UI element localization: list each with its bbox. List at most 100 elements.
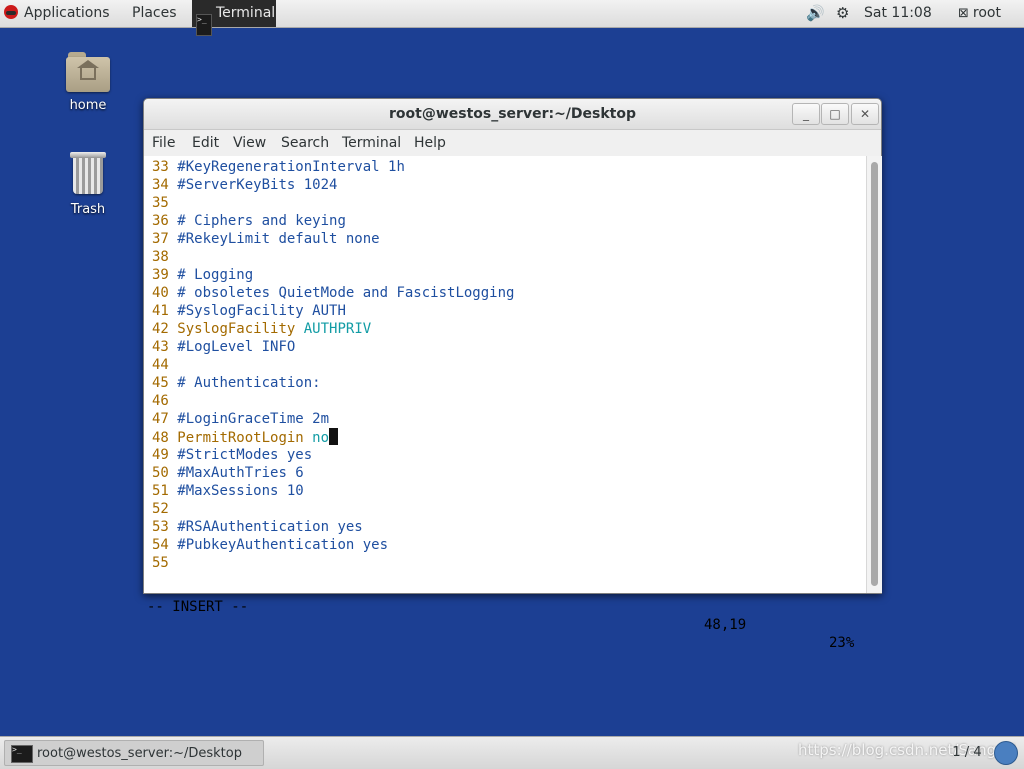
menu-terminal[interactable]: Terminal [342, 135, 401, 151]
clock[interactable]: Sat 11:08 [864, 0, 932, 27]
editor-line: 44 [152, 356, 177, 374]
line-text: #PubkeyAuthentication yes [177, 537, 389, 553]
editor-line: 46 [152, 392, 177, 410]
taskbar-item-terminal[interactable]: >_ root@westos_server:~/Desktop [4, 740, 264, 766]
user-icon: ⊠ [958, 6, 969, 21]
config-value: no [312, 430, 330, 446]
menu-file[interactable]: File [152, 135, 175, 151]
minimize-button[interactable]: _ [792, 103, 820, 125]
line-text: # Ciphers and keying [177, 213, 346, 229]
editor-line: 33 #KeyRegenerationInterval 1h [152, 158, 405, 176]
terminal-window[interactable]: root@westos_server:~/Desktop _ □ ✕ File … [143, 98, 882, 651]
applications-menu[interactable]: Applications [4, 0, 110, 27]
editor-line: 52 [152, 500, 177, 518]
editor-line: 54 #PubkeyAuthentication yes [152, 536, 388, 554]
editor-line: 43 #LogLevel INFO [152, 338, 295, 356]
editor-line: 53 #RSAAuthentication yes [152, 518, 363, 536]
line-number: 40 [152, 285, 169, 301]
terminal-icon: >_ [196, 14, 212, 36]
line-number: 38 [152, 249, 169, 265]
line-number: 47 [152, 411, 169, 427]
line-number: 34 [152, 177, 169, 193]
line-number: 52 [152, 501, 169, 517]
line-number: 50 [152, 465, 169, 481]
line-text: #LoginGraceTime 2m [177, 411, 330, 427]
editor-line: 48 PermitRootLogin no [152, 428, 339, 446]
line-number: 54 [152, 537, 169, 553]
menu-bar: File Edit View Search Terminal Help [144, 130, 881, 156]
places-menu[interactable]: Places [132, 0, 177, 27]
menu-help[interactable]: Help [414, 135, 446, 151]
vim-mode: -- INSERT -- [147, 599, 249, 615]
terminal-content[interactable]: 33 #KeyRegenerationInterval 1h 34 #Server… [144, 156, 866, 651]
menu-search[interactable]: Search [281, 135, 329, 151]
applications-label: Applications [24, 5, 110, 21]
text-cursor [329, 428, 339, 445]
line-number: 55 [152, 555, 169, 571]
active-app-menu[interactable]: >_ Terminal [192, 0, 276, 36]
close-button[interactable]: ✕ [851, 103, 879, 125]
editor-line: 50 #MaxAuthTries 6 [152, 464, 304, 482]
editor-line: 40 # obsoletes QuietMode and FascistLogg… [152, 284, 514, 302]
desktop-icon-home[interactable]: home [48, 52, 128, 113]
home-folder-icon [66, 52, 110, 92]
menu-edit[interactable]: Edit [192, 135, 219, 151]
editor-line: 36 # Ciphers and keying [152, 212, 346, 230]
editor-line: 39 # Logging [152, 266, 253, 284]
line-number: 33 [152, 159, 169, 175]
top-panel: Applications Places >_ Terminal 🔊 ⚙ Sat 1… [0, 0, 1024, 36]
config-value: AUTHPRIV [303, 321, 372, 337]
line-number: 39 [152, 267, 169, 283]
maximize-button[interactable]: □ [821, 103, 849, 125]
user-menu[interactable]: ⊠ root [958, 0, 1001, 27]
editor-line: 51 #MaxSessions 10 [152, 482, 304, 500]
editor-line: 55 [152, 554, 177, 572]
window-title: root@westos_server:~/Desktop [388, 106, 637, 122]
desktop-icon-trash[interactable]: Trash [48, 152, 128, 217]
line-number: 53 [152, 519, 169, 535]
volume-icon[interactable]: 🔊 [806, 0, 825, 27]
line-number: 48 [152, 430, 169, 446]
editor-line: 37 #RekeyLimit default none [152, 230, 380, 248]
desktop-icon-label: Trash [70, 202, 106, 217]
bottom-panel: >_ root@westos_server:~/Desktop https://… [0, 736, 1024, 769]
line-number: 44 [152, 357, 169, 373]
line-number: 35 [152, 195, 169, 211]
vim-status-line: -- INSERT -- 48,19 23% [147, 580, 857, 651]
line-text: #RekeyLimit default none [177, 231, 380, 247]
editor-line: 35 [152, 194, 177, 212]
config-key: SyslogFacility [177, 321, 296, 337]
line-text: #MaxSessions 10 [177, 483, 304, 499]
scrollbar-thumb[interactable] [871, 162, 878, 586]
editor-line: 42 SyslogFacility AUTHPRIV [152, 320, 371, 338]
scroll-percent: 23% [829, 635, 855, 651]
line-number: 37 [152, 231, 169, 247]
desktop-icon-label: home [69, 98, 107, 113]
line-number: 36 [152, 213, 169, 229]
line-number: 51 [152, 483, 169, 499]
line-text: # Logging [177, 267, 254, 283]
window-titlebar[interactable]: root@westos_server:~/Desktop _ □ ✕ [144, 99, 881, 130]
network-icon[interactable]: ⚙ [836, 0, 849, 27]
editor-line: 38 [152, 248, 177, 266]
editor-line: 34 #ServerKeyBits 1024 [152, 176, 337, 194]
line-text: #KeyRegenerationInterval 1h [177, 159, 405, 175]
redhat-logo-icon [4, 5, 18, 19]
cursor-position: 48,19 [704, 617, 747, 633]
editor-line: 41 #SyslogFacility AUTH [152, 302, 346, 320]
user-label: root [972, 5, 1001, 21]
editor-line: 49 #StrictModes yes [152, 446, 312, 464]
active-app-label: Terminal [216, 5, 276, 21]
workspace-switcher-icon[interactable] [994, 741, 1018, 765]
scrollbar[interactable] [866, 156, 882, 593]
taskbar-item-label: root@westos_server:~/Desktop [37, 746, 242, 761]
line-text: # Authentication: [177, 375, 321, 391]
editor-line: 47 #LoginGraceTime 2m [152, 410, 329, 428]
line-text: #ServerKeyBits 1024 [177, 177, 338, 193]
editor-line: 45 # Authentication: [152, 374, 321, 392]
workspace-indicator[interactable]: 1 / 4 [946, 743, 988, 763]
trash-icon [70, 152, 106, 196]
line-number: 46 [152, 393, 169, 409]
menu-view[interactable]: View [233, 135, 266, 151]
line-text: #RSAAuthentication yes [177, 519, 363, 535]
